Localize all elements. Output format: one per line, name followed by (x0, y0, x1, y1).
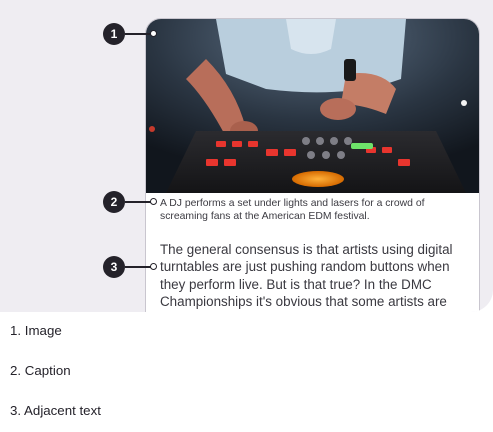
callout-leader-2 (125, 201, 151, 203)
legend-item-image: 1. Image (10, 323, 62, 338)
callout-marker-1: 1 (103, 23, 125, 45)
adjacent-text: The general consensus is that artists us… (160, 242, 453, 310)
callout-marker-3: 3 (103, 256, 125, 278)
dj-photo (146, 19, 479, 193)
callout-anchor-1 (150, 30, 157, 37)
callout-leader-3 (125, 266, 151, 268)
callout-anchor-3 (150, 263, 157, 270)
article-card: A DJ performs a set under lights and las… (145, 18, 480, 312)
callout-anchor-2 (150, 198, 157, 205)
photo-caption: A DJ performs a set under lights and las… (160, 198, 425, 222)
legend-item-adjacent-text: 3. Adjacent text (10, 403, 101, 418)
callout-leader-1 (125, 33, 151, 35)
callout-marker-2: 2 (103, 191, 125, 213)
diagram-stage: A DJ performs a set under lights and las… (0, 0, 493, 312)
legend-item-caption: 2. Caption (10, 363, 71, 378)
